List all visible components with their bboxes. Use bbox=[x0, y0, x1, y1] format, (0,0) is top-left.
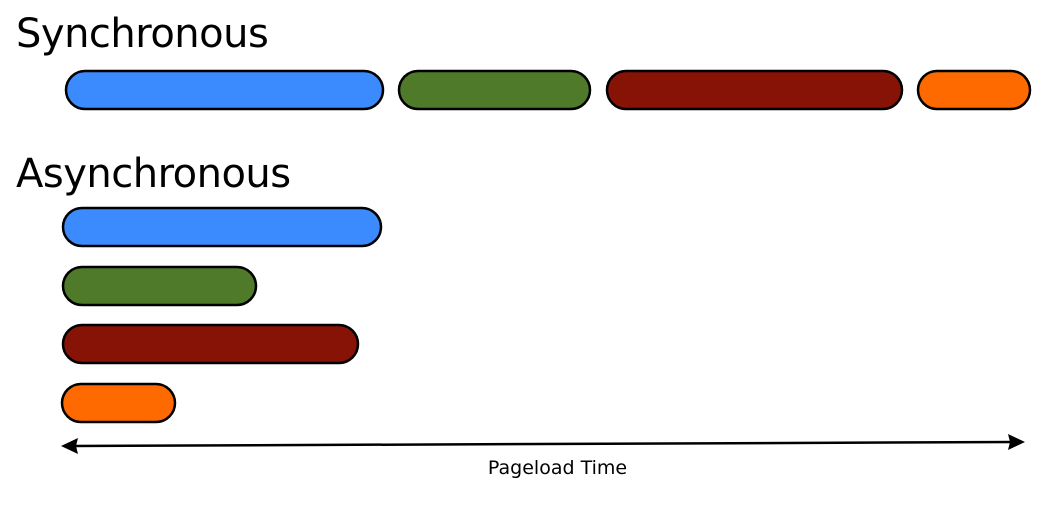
time-axis-arrow bbox=[61, 434, 1025, 454]
sync-bar-blue bbox=[64, 69, 385, 111]
sync-bar-green bbox=[397, 69, 592, 111]
sync-row bbox=[64, 69, 1032, 111]
sync-bar-red bbox=[605, 69, 904, 111]
timeline-diagram bbox=[60, 69, 1032, 454]
async-bar-blue bbox=[61, 206, 383, 248]
async-bar-orange bbox=[60, 382, 177, 424]
axis-label: Pageload Time bbox=[487, 457, 628, 479]
arrowhead-left-icon bbox=[61, 438, 78, 454]
async-bar-red bbox=[61, 323, 360, 365]
arrowhead-right-icon bbox=[1008, 434, 1025, 450]
async-rows bbox=[60, 206, 383, 424]
sync-bar-orange bbox=[916, 69, 1032, 111]
async-bar-green bbox=[61, 265, 258, 307]
